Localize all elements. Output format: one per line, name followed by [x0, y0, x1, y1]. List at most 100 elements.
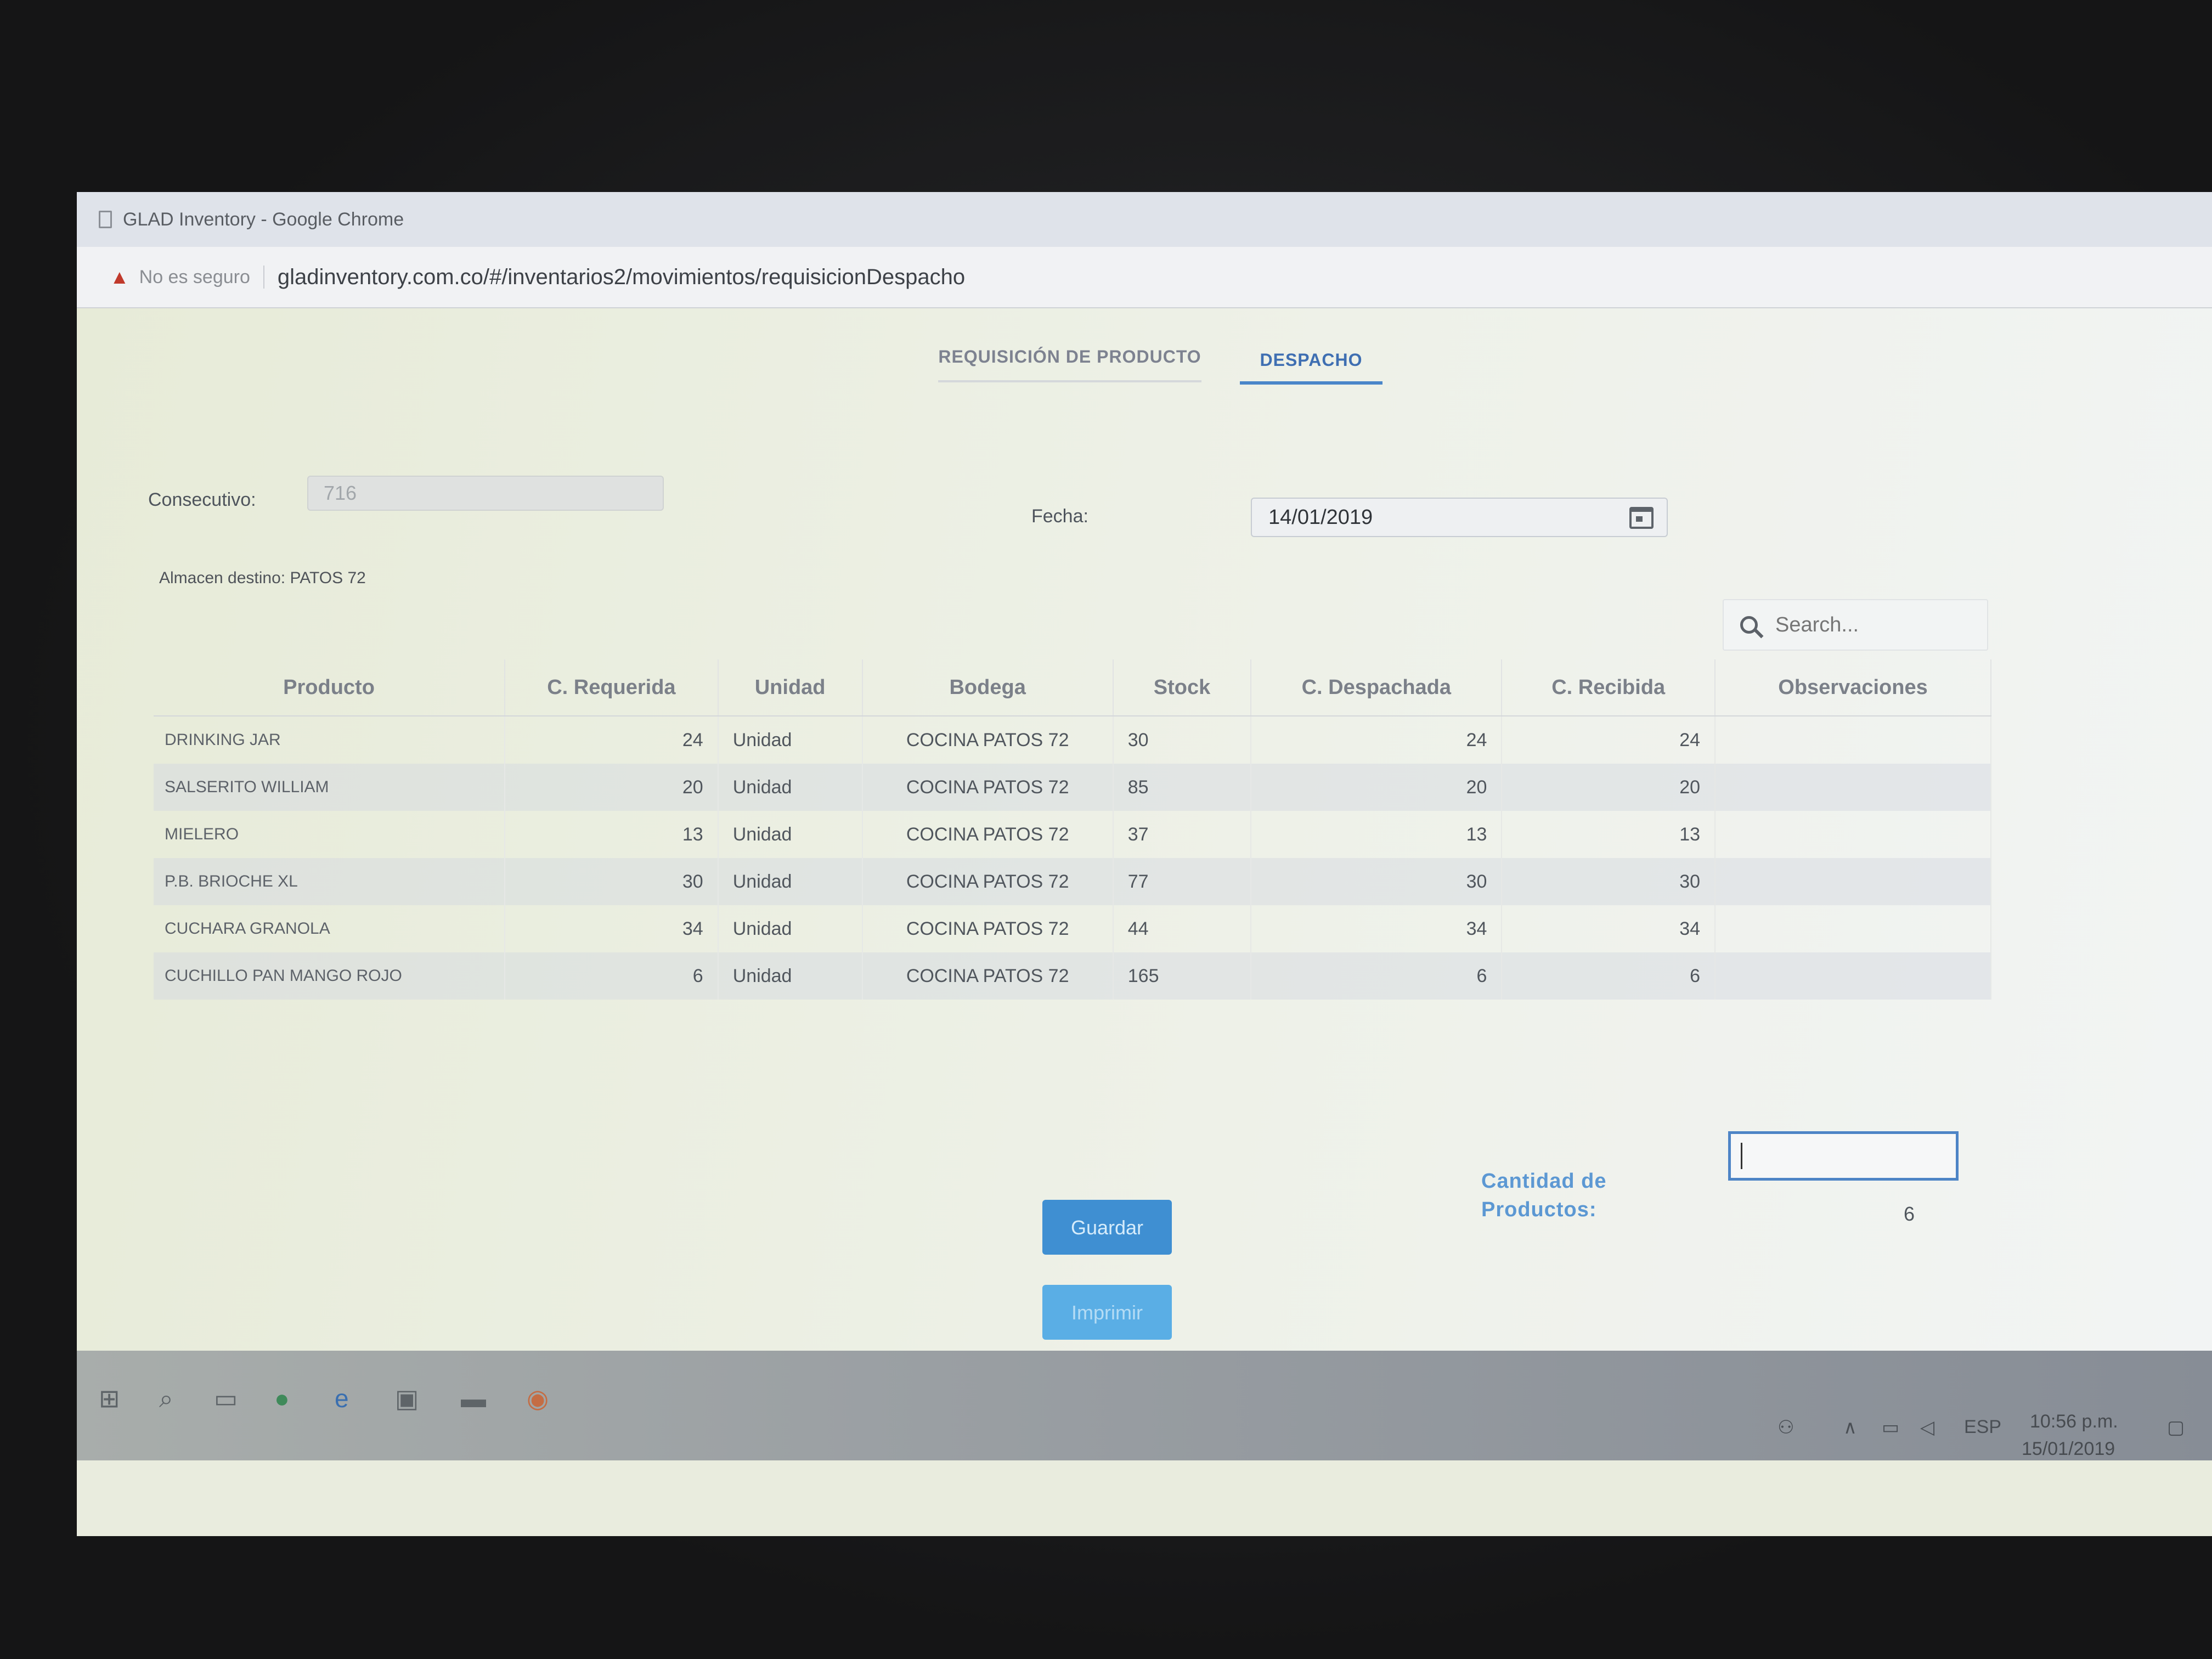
cell-observaciones[interactable] — [1715, 811, 1991, 858]
header-c-recibida[interactable]: C. Recibida — [1502, 659, 1716, 716]
cell-producto: SALSERITO WILLIAM — [154, 764, 506, 811]
cell-unidad: Unidad — [718, 764, 863, 811]
spotify-icon[interactable]: ● — [274, 1384, 290, 1413]
table-row[interactable]: CUCHARA GRANOLA 34 Unidad COCINA PATOS 7… — [154, 905, 1991, 952]
cell-bodega: COCINA PATOS 72 — [862, 905, 1114, 952]
observaciones-input[interactable] — [1728, 1131, 1959, 1181]
cell-unidad: Unidad — [718, 716, 863, 764]
guardar-button[interactable]: Guardar — [1042, 1200, 1172, 1255]
chrome-icon[interactable]: ◉ — [527, 1384, 549, 1413]
cell-observaciones[interactable] — [1715, 764, 1991, 811]
title-bar: GLAD Inventory - Google Chrome — [77, 192, 2212, 247]
cell-bodega: COCINA PATOS 72 — [862, 858, 1114, 905]
cell-recibida[interactable]: 24 — [1502, 716, 1716, 764]
cell-producto: P.B. BRIOCHE XL — [154, 858, 506, 905]
fecha-input[interactable] — [1251, 498, 1668, 537]
header-bodega[interactable]: Bodega — [862, 659, 1114, 716]
cell-recibida[interactable]: 6 — [1502, 952, 1716, 1000]
cell-despachada: 13 — [1251, 811, 1503, 858]
table-row[interactable]: MIELERO 13 Unidad COCINA PATOS 72 37 13 … — [154, 811, 1991, 858]
tab-requisicion[interactable]: REQUISICIÓN DE PRODUCTO — [938, 347, 1201, 382]
imprimir-button[interactable]: Imprimir — [1042, 1285, 1172, 1340]
cell-producto: DRINKING JAR — [154, 716, 506, 764]
edge-icon[interactable]: e — [335, 1384, 349, 1413]
cell-bodega: COCINA PATOS 72 — [862, 716, 1114, 764]
cell-stock: 44 — [1113, 905, 1252, 952]
cell-stock: 37 — [1113, 811, 1252, 858]
search-taskbar-icon[interactable]: ⌕ — [159, 1384, 173, 1414]
security-label[interactable]: No es seguro — [139, 267, 250, 288]
cell-observaciones[interactable] — [1715, 952, 1991, 1000]
cell-despachada: 24 — [1251, 716, 1503, 764]
cantidad-productos-label: Cantidad de Productos: — [1481, 1170, 1607, 1221]
cell-observaciones[interactable] — [1715, 716, 1991, 764]
cell-producto: MIELERO — [154, 811, 506, 858]
table-row[interactable]: DRINKING JAR 24 Unidad COCINA PATOS 72 3… — [154, 716, 1991, 764]
chevron-up-icon[interactable]: ∧ — [1843, 1417, 1857, 1438]
cell-requerida: 13 — [505, 811, 719, 858]
products-table: Producto C. Requerida Unidad Bodega Stoc… — [154, 659, 1991, 1000]
clock-date[interactable]: 15/01/2019 — [2022, 1438, 2115, 1460]
taskbar: ⊞ ⌕ ▭ ● e ▣ ▬ ◉ ⚇ ∧ ▭ ◁ ESP 10:56 p.m. 1… — [77, 1351, 2212, 1460]
cell-producto: CUCHILLO PAN MANGO ROJO — [154, 952, 506, 1000]
cell-recibida[interactable]: 30 — [1502, 858, 1716, 905]
window-title: GLAD Inventory - Google Chrome — [123, 208, 404, 230]
calendar-icon[interactable] — [1629, 507, 1654, 529]
store-icon[interactable]: ▣ — [395, 1384, 419, 1413]
consecutivo-input[interactable] — [307, 476, 664, 511]
task-view-icon[interactable]: ▭ — [214, 1384, 238, 1413]
folder-icon[interactable]: ▬ — [461, 1384, 486, 1413]
cantidad-productos-value: 6 — [1904, 1203, 1915, 1225]
cell-unidad: Unidad — [718, 858, 863, 905]
browser-window: GLAD Inventory - Google Chrome ▲ No es s… — [77, 192, 2212, 1536]
cell-bodega: COCINA PATOS 72 — [862, 764, 1114, 811]
volume-icon[interactable]: ◁ — [1920, 1417, 1934, 1438]
table-row[interactable]: SALSERITO WILLIAM 20 Unidad COCINA PATOS… — [154, 764, 1991, 811]
address-bar[interactable]: ▲ No es seguro gladinventory.com.co/#/in… — [77, 247, 2212, 308]
cell-despachada: 30 — [1251, 858, 1503, 905]
cell-stock: 165 — [1113, 952, 1252, 1000]
fecha-label: Fecha: — [1031, 506, 1088, 527]
people-icon[interactable]: ⚇ — [1778, 1417, 1794, 1438]
cell-despachada: 20 — [1251, 764, 1503, 811]
cell-requerida: 34 — [505, 905, 719, 952]
cell-observaciones[interactable] — [1715, 905, 1991, 952]
cell-stock: 85 — [1113, 764, 1252, 811]
search-box[interactable] — [1723, 599, 1988, 651]
cell-despachada: 6 — [1251, 952, 1503, 1000]
cell-recibida[interactable]: 34 — [1502, 905, 1716, 952]
page-icon — [99, 211, 112, 228]
cell-unidad: Unidad — [718, 811, 863, 858]
header-c-despachada[interactable]: C. Despachada — [1251, 659, 1503, 716]
battery-icon[interactable]: ▭ — [1882, 1417, 1899, 1438]
cell-bodega: COCINA PATOS 72 — [862, 811, 1114, 858]
notification-icon[interactable]: ▢ — [2167, 1417, 2185, 1438]
search-input[interactable] — [1774, 612, 1974, 637]
cell-stock: 77 — [1113, 858, 1252, 905]
language-indicator[interactable]: ESP — [1964, 1417, 2001, 1438]
page-content: REQUISICIÓN DE PRODUCTO DESPACHO Consecu… — [77, 308, 2212, 1351]
url-text[interactable]: gladinventory.com.co/#/inventarios2/movi… — [278, 265, 965, 290]
cell-requerida: 20 — [505, 764, 719, 811]
cell-recibida[interactable]: 13 — [1502, 811, 1716, 858]
cell-producto: CUCHARA GRANOLA — [154, 905, 506, 952]
table-header-row: Producto C. Requerida Unidad Bodega Stoc… — [154, 659, 1991, 716]
header-c-requerida[interactable]: C. Requerida — [505, 659, 719, 716]
cell-recibida[interactable]: 20 — [1502, 764, 1716, 811]
header-observaciones[interactable]: Observaciones — [1715, 659, 1991, 716]
header-stock[interactable]: Stock — [1113, 659, 1252, 716]
windows-start-icon[interactable]: ⊞ — [99, 1384, 120, 1413]
table-row[interactable]: P.B. BRIOCHE XL 30 Unidad COCINA PATOS 7… — [154, 858, 1991, 905]
warning-icon[interactable]: ▲ — [110, 266, 129, 289]
tab-despacho[interactable]: DESPACHO — [1240, 350, 1383, 385]
search-icon — [1740, 616, 1758, 634]
cell-requerida: 6 — [505, 952, 719, 1000]
clock-time[interactable]: 10:56 p.m. — [2030, 1411, 2118, 1432]
header-producto[interactable]: Producto — [154, 659, 506, 716]
cell-unidad: Unidad — [718, 952, 863, 1000]
header-unidad[interactable]: Unidad — [718, 659, 863, 716]
cell-observaciones[interactable] — [1715, 858, 1991, 905]
cell-requerida: 24 — [505, 716, 719, 764]
table-row[interactable]: CUCHILLO PAN MANGO ROJO 6 Unidad COCINA … — [154, 952, 1991, 1000]
address-divider — [263, 266, 264, 289]
